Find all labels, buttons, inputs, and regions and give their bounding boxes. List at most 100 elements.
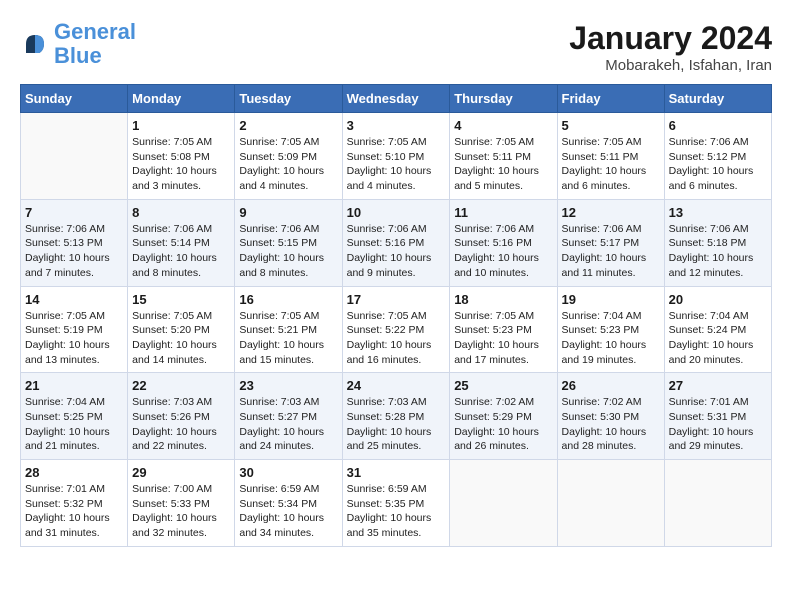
day-number: 9 [239,205,337,220]
day-number: 8 [132,205,230,220]
weekday-header: Wednesday [342,85,450,113]
day-number: 4 [454,118,552,133]
day-number: 27 [669,378,767,393]
day-number: 15 [132,292,230,307]
day-info: Sunrise: 7:05 AMSunset: 5:09 PMDaylight:… [239,135,337,194]
day-number: 5 [562,118,660,133]
day-number: 24 [347,378,446,393]
day-info: Sunrise: 7:03 AMSunset: 5:26 PMDaylight:… [132,395,230,454]
day-number: 20 [669,292,767,307]
calendar-cell: 17 Sunrise: 7:05 AMSunset: 5:22 PMDayligh… [342,286,450,373]
day-number: 28 [25,465,123,480]
day-number: 25 [454,378,552,393]
day-number: 7 [25,205,123,220]
day-number: 22 [132,378,230,393]
day-info: Sunrise: 7:01 AMSunset: 5:31 PMDaylight:… [669,395,767,454]
calendar-cell: 21 Sunrise: 7:04 AMSunset: 5:25 PMDayligh… [21,373,128,460]
day-info: Sunrise: 7:06 AMSunset: 5:12 PMDaylight:… [669,135,767,194]
day-number: 6 [669,118,767,133]
day-number: 12 [562,205,660,220]
calendar-cell [21,113,128,200]
day-number: 3 [347,118,446,133]
day-info: Sunrise: 7:05 AMSunset: 5:11 PMDaylight:… [562,135,660,194]
calendar-cell: 1 Sunrise: 7:05 AMSunset: 5:08 PMDaylight… [128,113,235,200]
day-number: 19 [562,292,660,307]
day-info: Sunrise: 7:05 AMSunset: 5:10 PMDaylight:… [347,135,446,194]
weekday-header: Saturday [664,85,771,113]
day-info: Sunrise: 7:06 AMSunset: 5:18 PMDaylight:… [669,222,767,281]
day-number: 30 [239,465,337,480]
day-info: Sunrise: 6:59 AMSunset: 5:35 PMDaylight:… [347,482,446,541]
logo-text: GeneralBlue [54,20,136,68]
calendar-week-row: 7 Sunrise: 7:06 AMSunset: 5:13 PMDaylight… [21,199,772,286]
day-info: Sunrise: 7:02 AMSunset: 5:29 PMDaylight:… [454,395,552,454]
calendar-cell: 29 Sunrise: 7:00 AMSunset: 5:33 PMDayligh… [128,460,235,547]
calendar-cell: 19Sunrise: 7:04 AMSunset: 5:23 PMDayligh… [557,286,664,373]
calendar-cell: 23 Sunrise: 7:03 AMSunset: 5:27 PMDayligh… [235,373,342,460]
day-info: Sunrise: 6:59 AMSunset: 5:34 PMDaylight:… [239,482,337,541]
title-block: January 2024 Mobarakeh, Isfahan, Iran [569,20,772,74]
calendar-cell: 22 Sunrise: 7:03 AMSunset: 5:26 PMDayligh… [128,373,235,460]
day-info: Sunrise: 7:05 AMSunset: 5:08 PMDaylight:… [132,135,230,194]
calendar-cell: 16Sunrise: 7:05 AMSunset: 5:21 PMDayligh… [235,286,342,373]
calendar-cell [557,460,664,547]
calendar-cell: 25 Sunrise: 7:02 AMSunset: 5:29 PMDayligh… [450,373,557,460]
day-info: Sunrise: 7:05 AMSunset: 5:22 PMDaylight:… [347,309,446,368]
calendar-cell: 20 Sunrise: 7:04 AMSunset: 5:24 PMDayligh… [664,286,771,373]
calendar-cell: 27 Sunrise: 7:01 AMSunset: 5:31 PMDayligh… [664,373,771,460]
calendar-cell: 14 Sunrise: 7:05 AMSunset: 5:19 PMDayligh… [21,286,128,373]
day-info: Sunrise: 7:05 AMSunset: 5:11 PMDaylight:… [454,135,552,194]
page-header: GeneralBlue January 2024 Mobarakeh, Isfa… [20,20,772,74]
calendar-cell: 8 Sunrise: 7:06 AMSunset: 5:14 PMDaylight… [128,199,235,286]
calendar-cell: 10 Sunrise: 7:06 AMSunset: 5:16 PMDayligh… [342,199,450,286]
calendar-cell: 7 Sunrise: 7:06 AMSunset: 5:13 PMDaylight… [21,199,128,286]
day-info: Sunrise: 7:00 AMSunset: 5:33 PMDaylight:… [132,482,230,541]
day-info: Sunrise: 7:06 AMSunset: 5:17 PMDaylight:… [562,222,660,281]
day-info: Sunrise: 7:06 AMSunset: 5:15 PMDaylight:… [239,222,337,281]
day-number: 29 [132,465,230,480]
day-number: 18 [454,292,552,307]
calendar-week-row: 21 Sunrise: 7:04 AMSunset: 5:25 PMDayligh… [21,373,772,460]
day-number: 31 [347,465,446,480]
day-info: Sunrise: 7:05 AMSunset: 5:19 PMDaylight:… [25,309,123,368]
day-number: 1 [132,118,230,133]
day-number: 23 [239,378,337,393]
weekday-header: Monday [128,85,235,113]
day-number: 17 [347,292,446,307]
calendar-cell: 5 Sunrise: 7:05 AMSunset: 5:11 PMDaylight… [557,113,664,200]
day-info: Sunrise: 7:01 AMSunset: 5:32 PMDaylight:… [25,482,123,541]
calendar-cell: 12 Sunrise: 7:06 AMSunset: 5:17 PMDayligh… [557,199,664,286]
month-title: January 2024 [569,20,772,57]
day-info: Sunrise: 7:05 AMSunset: 5:20 PMDaylight:… [132,309,230,368]
day-info: Sunrise: 7:06 AMSunset: 5:14 PMDaylight:… [132,222,230,281]
weekday-header: Tuesday [235,85,342,113]
calendar-cell: 15 Sunrise: 7:05 AMSunset: 5:20 PMDayligh… [128,286,235,373]
calendar-cell: 2 Sunrise: 7:05 AMSunset: 5:09 PMDaylight… [235,113,342,200]
day-number: 10 [347,205,446,220]
day-info: Sunrise: 7:02 AMSunset: 5:30 PMDaylight:… [562,395,660,454]
calendar-cell: 11Sunrise: 7:06 AMSunset: 5:16 PMDayligh… [450,199,557,286]
day-info: Sunrise: 7:03 AMSunset: 5:27 PMDaylight:… [239,395,337,454]
weekday-header: Sunday [21,85,128,113]
day-info: Sunrise: 7:04 AMSunset: 5:24 PMDaylight:… [669,309,767,368]
location: Mobarakeh, Isfahan, Iran [569,57,772,74]
day-info: Sunrise: 7:06 AMSunset: 5:13 PMDaylight:… [25,222,123,281]
day-number: 13 [669,205,767,220]
weekday-header: Thursday [450,85,557,113]
logo: GeneralBlue [20,20,136,68]
calendar-week-row: 1 Sunrise: 7:05 AMSunset: 5:08 PMDaylight… [21,113,772,200]
calendar-cell [450,460,557,547]
logo-icon [20,29,50,59]
calendar-cell: 4 Sunrise: 7:05 AMSunset: 5:11 PMDaylight… [450,113,557,200]
day-info: Sunrise: 7:04 AMSunset: 5:25 PMDaylight:… [25,395,123,454]
day-number: 11 [454,205,552,220]
calendar-cell: 28 Sunrise: 7:01 AMSunset: 5:32 PMDayligh… [21,460,128,547]
calendar-cell: 6 Sunrise: 7:06 AMSunset: 5:12 PMDaylight… [664,113,771,200]
day-info: Sunrise: 7:06 AMSunset: 5:16 PMDaylight:… [347,222,446,281]
calendar-cell: 9 Sunrise: 7:06 AMSunset: 5:15 PMDaylight… [235,199,342,286]
day-number: 16 [239,292,337,307]
calendar-cell: 26Sunrise: 7:02 AMSunset: 5:30 PMDayligh… [557,373,664,460]
day-number: 21 [25,378,123,393]
day-number: 2 [239,118,337,133]
day-number: 14 [25,292,123,307]
